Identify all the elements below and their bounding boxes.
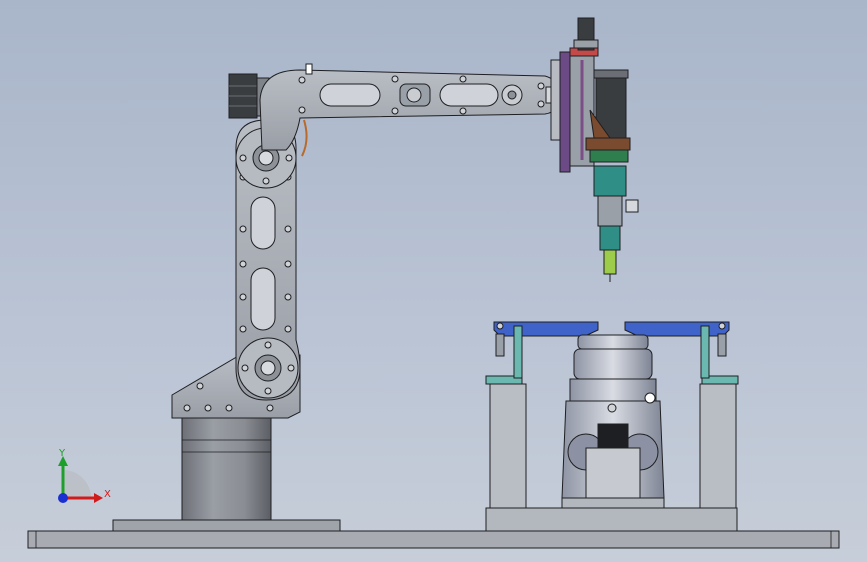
axis-y-label: Y — [58, 448, 66, 459]
robot-forearm[interactable] — [259, 63, 561, 157]
robot-base-column[interactable] — [112, 414, 341, 532]
cad-viewport[interactable]: Y X — [0, 0, 867, 562]
coordinate-triad-icon: Y X — [58, 448, 111, 503]
robot-end-effector[interactable] — [559, 17, 639, 282]
robot-wrist-shaft[interactable] — [545, 59, 561, 141]
workpiece[interactable] — [561, 334, 665, 509]
axis-x-label: X — [104, 489, 111, 500]
robot-joint-lower[interactable] — [237, 337, 299, 399]
ground-base-plate[interactable] — [27, 530, 840, 549]
